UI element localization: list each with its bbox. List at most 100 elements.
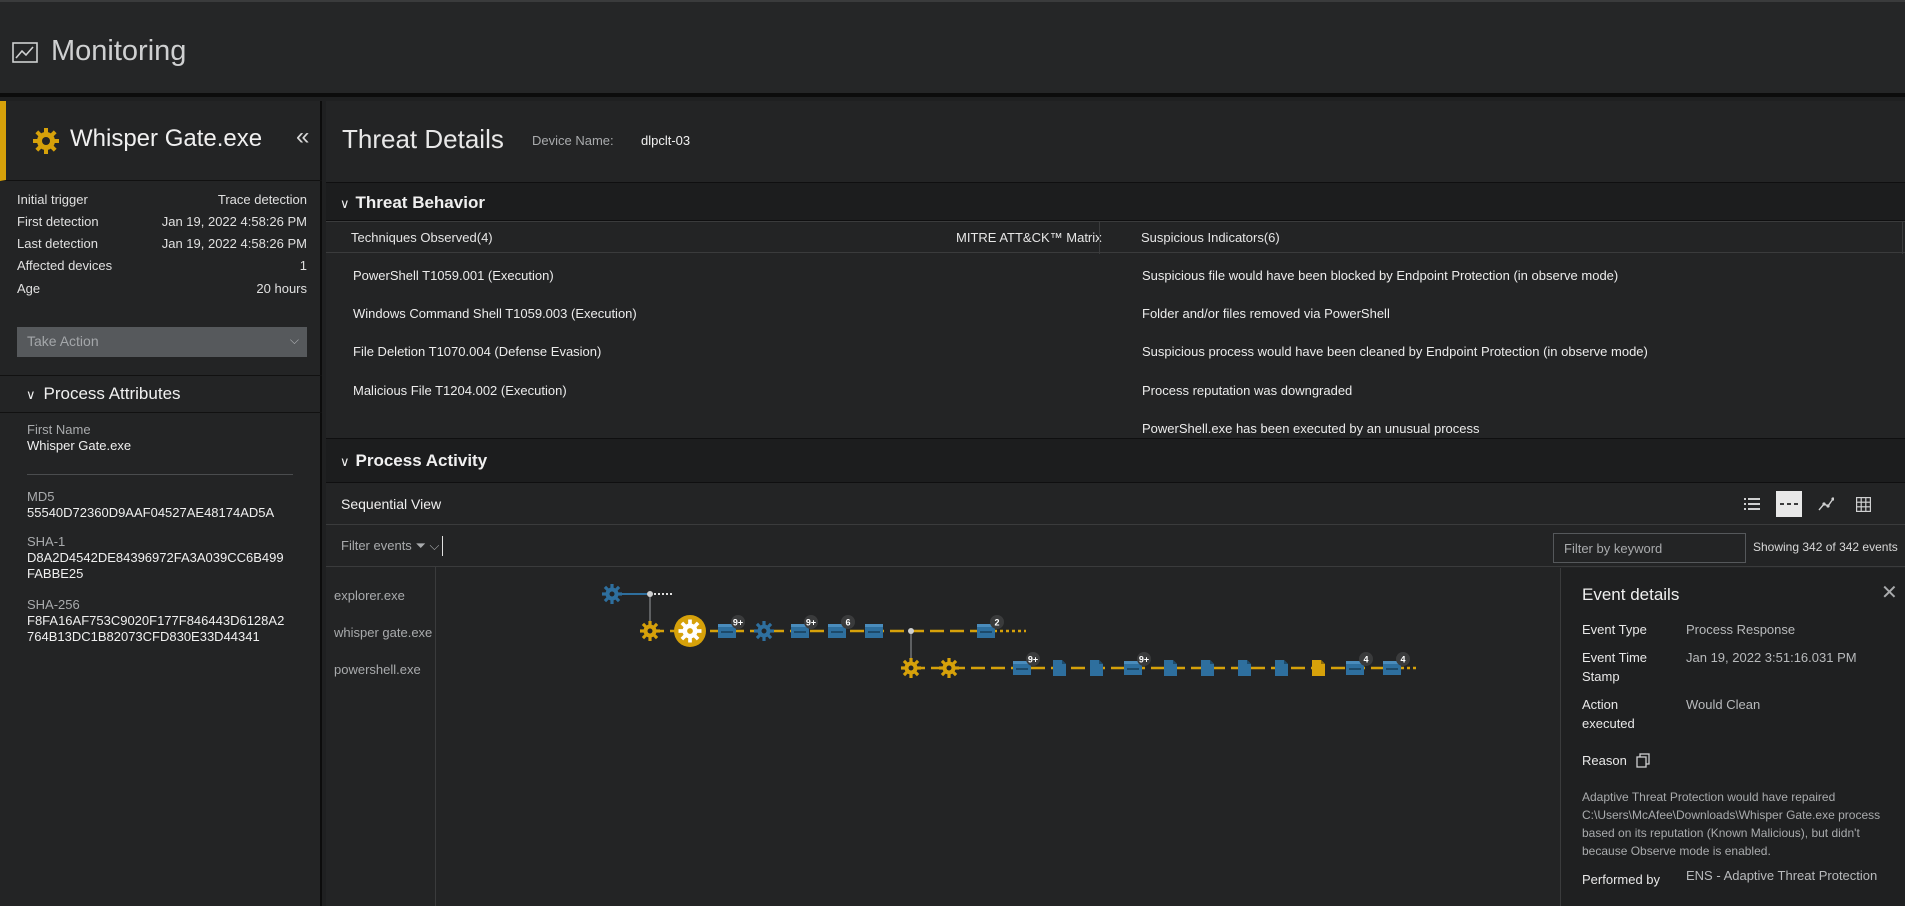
divider	[1099, 222, 1100, 254]
file-event-node[interactable]	[1275, 660, 1288, 676]
threat-details-title: Threat Details	[342, 124, 504, 154]
keyword-filter-input[interactable]	[1553, 533, 1746, 563]
spawn-point	[908, 628, 914, 634]
count-badge-label: 6	[845, 618, 850, 628]
process-event-node[interactable]	[939, 658, 959, 678]
count-badge-label: 9+	[1139, 655, 1149, 665]
line-chart-icon	[12, 42, 38, 63]
process-attributes-toggle[interactable]: ∨ Process Attributes	[26, 384, 181, 404]
process-activity-title: ∨ Process Activity	[340, 451, 487, 471]
file-event-node[interactable]	[1053, 660, 1066, 676]
grid-view-icon[interactable]	[1850, 491, 1876, 517]
text-cursor	[442, 536, 443, 556]
technique-item: Windows Command Shell T1059.003 (Executi…	[353, 306, 637, 321]
sequential-view-icon[interactable]	[1776, 491, 1802, 517]
file-event-node[interactable]	[1090, 660, 1103, 676]
lane-whisper-gate[interactable]: whisper gate.exe	[334, 625, 432, 640]
count-badge-label: 9+	[733, 618, 743, 628]
count-badge: 9+	[1026, 652, 1040, 666]
divider	[0, 375, 322, 376]
event-type-label: Event Type	[1582, 622, 1647, 637]
filter-events-dropdown[interactable]: Filter events ⏷ ⌵	[341, 538, 439, 554]
reason-label: Reason	[1582, 751, 1651, 770]
count-badge-label: 2	[994, 618, 999, 628]
copy-icon[interactable]	[1636, 753, 1651, 768]
event-type-value: Process Response	[1686, 622, 1796, 637]
count-badge: 2	[990, 615, 1004, 629]
count-badge: 4	[1359, 652, 1373, 666]
event-details-title: Event details	[1582, 585, 1680, 604]
lane-powershell[interactable]: powershell.exe	[334, 662, 421, 677]
file-event-node[interactable]	[1201, 660, 1214, 676]
list-view-icon[interactable]	[1739, 491, 1765, 517]
close-icon[interactable]: ✕	[1881, 580, 1898, 605]
summary-label: Age	[17, 281, 41, 296]
technique-item: File Deletion T1070.004 (Defense Evasion…	[353, 344, 602, 359]
device-name-value: dlpclt-03	[641, 133, 691, 148]
count-badge-label: 9+	[806, 618, 816, 628]
powershell-process-node[interactable]	[901, 658, 921, 678]
behavior-table-header: Techniques Observed(4) MITRE ATT&CK™ Mat…	[326, 221, 1905, 254]
gear-icon	[33, 128, 59, 154]
indicators-header: Suspicious Indicators(6)	[1141, 230, 1280, 245]
summary-label: Last detection	[17, 236, 98, 251]
indicator-item: Folder and/or files removed via PowerShe…	[1142, 306, 1390, 321]
graph-view-icon[interactable]	[1813, 491, 1839, 517]
event-time-label: Event Time Stamp	[1582, 650, 1648, 684]
funnel-icon: ⏷	[415, 538, 426, 553]
sha256-label: SHA-256	[27, 597, 80, 612]
reason-text: Adaptive Threat Protection would have re…	[1582, 790, 1881, 858]
count-badge: 6	[841, 615, 855, 629]
performed-by-value: ENS - Adaptive Threat Protection	[1686, 868, 1878, 883]
threat-behavior-header[interactable]: ∨ Threat Behavior	[326, 182, 1905, 221]
summary-label: Affected devices	[17, 258, 113, 273]
explorer-process-node[interactable]	[602, 584, 622, 604]
collapse-panel-icon[interactable]: «	[296, 123, 309, 151]
process-activity-header[interactable]: ∨ Process Activity	[326, 438, 1905, 483]
summary-row: Affected devices 1	[17, 258, 307, 273]
event-details-panel: Event details ✕ Event Type Process Respo…	[1560, 568, 1905, 906]
filter-events-label: Filter events	[341, 538, 412, 553]
summary-label: Initial trigger	[17, 192, 88, 207]
count-badge-label: 9+	[1028, 655, 1038, 665]
techniques-header: Techniques Observed(4)	[351, 230, 493, 245]
performed-by-label: Performed by	[1582, 872, 1661, 887]
lane-explorer[interactable]: explorer.exe	[334, 588, 405, 603]
process-attributes-title: Process Attributes	[43, 384, 181, 403]
count-badge-label: 4	[1363, 655, 1368, 665]
filter-row: Filter events ⏷ ⌵ Showing 342 of 342 eve…	[326, 525, 1905, 567]
whisper-process-node[interactable]	[640, 621, 660, 641]
file-event-node[interactable]	[1164, 660, 1177, 676]
sha1-label: SHA-1	[27, 534, 66, 549]
count-badge: 4	[1396, 652, 1410, 666]
file-event-node[interactable]	[1238, 660, 1251, 676]
threat-behavior-title: ∨ Threat Behavior	[340, 193, 485, 213]
threat-header: Whisper Gate.exe «	[0, 101, 322, 181]
indicator-item: Suspicious file would have been blocked …	[1142, 268, 1619, 283]
threat-sidebar: Whisper Gate.exe « Initial trigger Trace …	[0, 101, 322, 906]
selected-gear-icon	[678, 619, 702, 643]
take-action-label: Take Action	[27, 333, 99, 349]
threat-name: Whisper Gate.exe	[70, 125, 263, 152]
count-badge-label: 4	[1400, 655, 1405, 665]
mitre-matrix-link[interactable]: MITRE ATT&CK™ Matrix	[956, 230, 1102, 245]
summary-value: 20 hours	[256, 281, 307, 296]
registry-event-node[interactable]	[865, 624, 883, 638]
action-value: Would Clean	[1686, 697, 1761, 712]
action-label: Action executed	[1582, 697, 1635, 731]
divider	[27, 474, 293, 475]
event-time-value: Jan 19, 2022 3:51:16.031 PM	[1686, 650, 1857, 665]
file-event-node[interactable]	[1312, 660, 1325, 676]
process-lanes: explorer.exe whisper gate.exe powershell…	[326, 567, 436, 906]
divider	[0, 412, 322, 413]
page-title: Monitoring	[51, 35, 187, 67]
sha256-value: F8FA16AF753C9020F177F846443D6128A2764B13…	[27, 613, 285, 644]
summary-value: 1	[299, 258, 307, 273]
summary-value: Jan 19, 2022 4:58:26 PM	[161, 214, 307, 229]
reason-label-text: Reason	[1582, 753, 1627, 768]
summary-label: First detection	[17, 214, 99, 229]
take-action-dropdown[interactable]: Take Action ⌵	[17, 327, 307, 357]
process-event-node[interactable]	[754, 621, 774, 641]
process-activity-graph: 9+ 9+ 6 2 9+ 9+ 4 4	[602, 584, 1416, 678]
count-badge: 9+	[1137, 652, 1151, 666]
